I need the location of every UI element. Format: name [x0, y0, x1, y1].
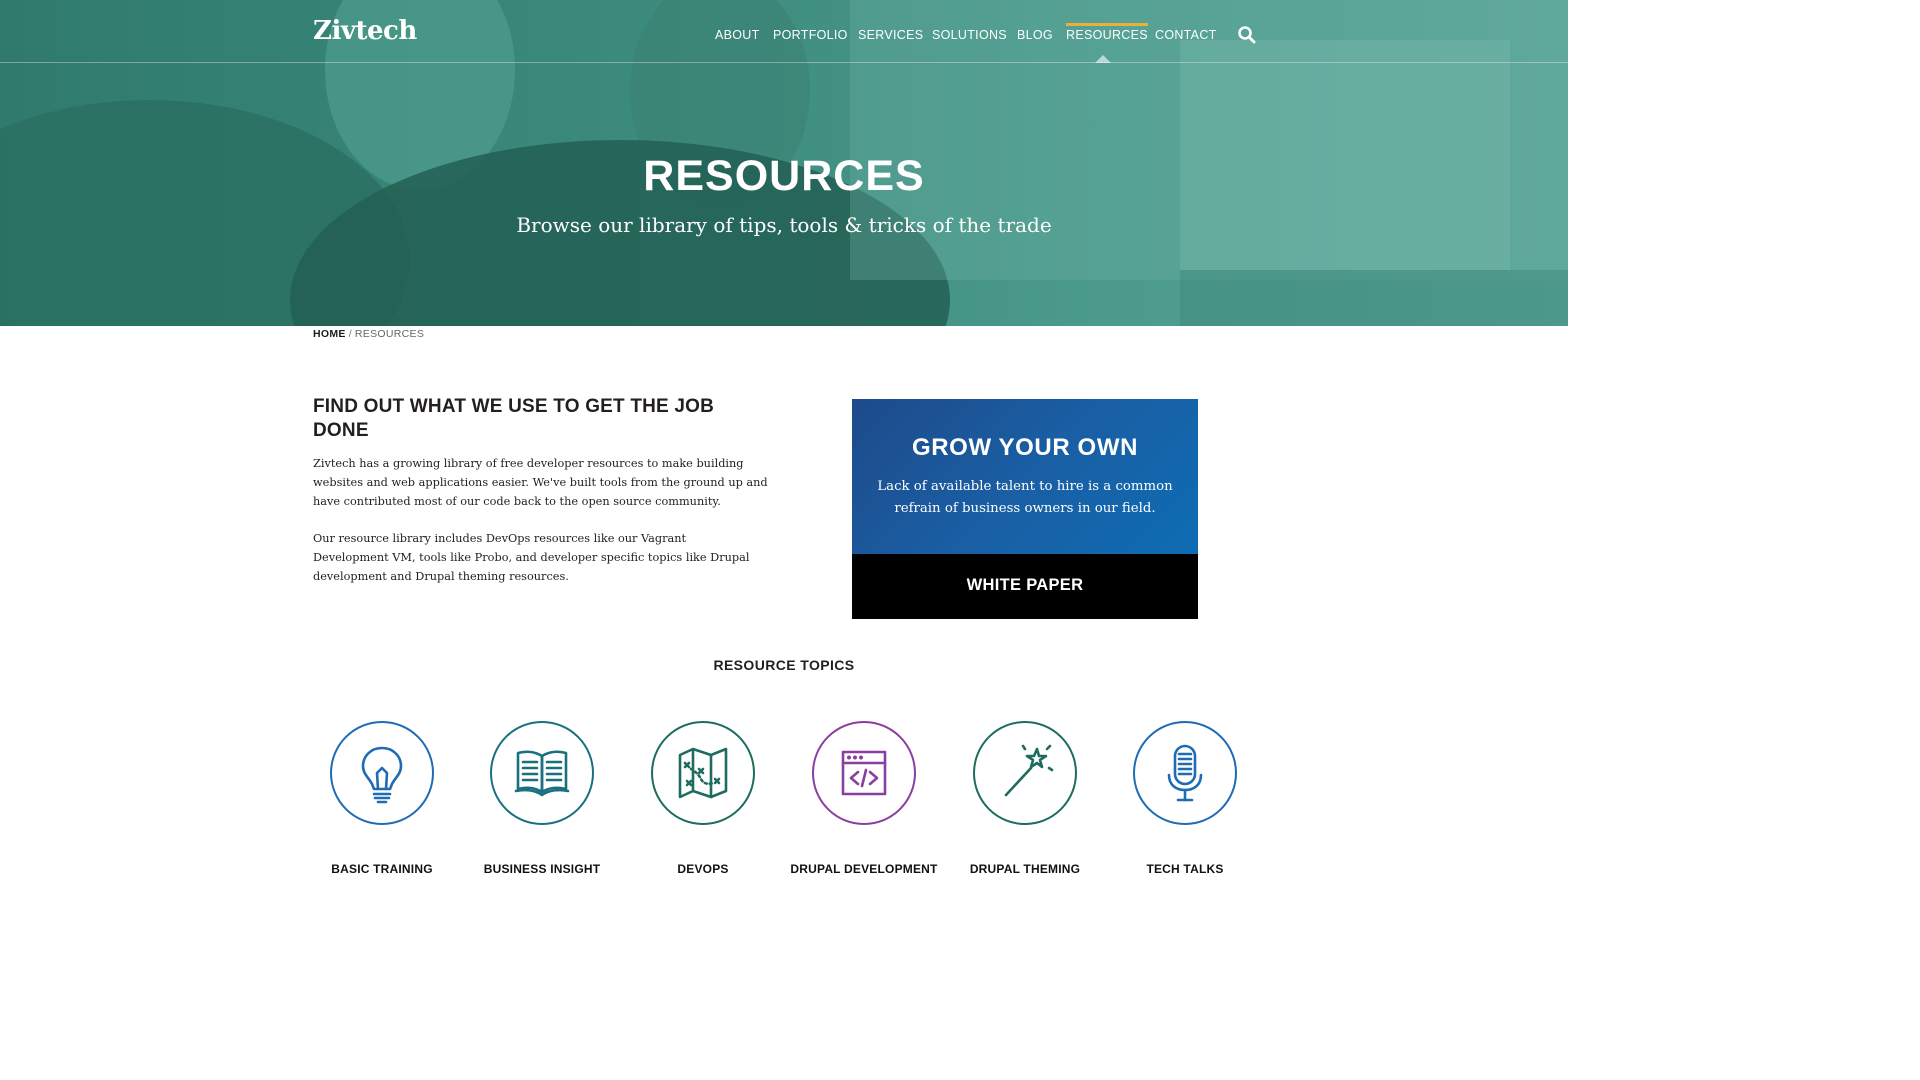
topic-drupal-theming[interactable]: DRUPAL THEMING	[945, 720, 1105, 882]
nav-item-about[interactable]: ABOUT	[715, 28, 760, 42]
nav-item-portfolio[interactable]: PORTFOLIO	[773, 28, 848, 42]
white-paper-promo-card[interactable]: GROW YOUR OWN Lack of available talent t…	[852, 399, 1198, 619]
page-subtitle: Browse our library of tips, tools & tric…	[516, 213, 1052, 237]
topic-tech-talks[interactable]: TECH TALKS	[1105, 720, 1265, 882]
topic-basic-training[interactable]: BASIC TRAINING	[302, 720, 462, 882]
top-navigation-bar: Zivtech ABOUT PORTFOLIO SERVICES SOLUTIO…	[0, 0, 1568, 63]
page-title: RESOURCES	[643, 152, 925, 200]
white-paper-button[interactable]: WHITE PAPER	[852, 554, 1198, 619]
topic-label: BUSINESS INSIGHT	[483, 862, 601, 876]
nav-item-solutions[interactable]: SOLUTIONS	[932, 28, 1007, 42]
nav-item-services[interactable]: SERVICES	[858, 28, 923, 42]
topic-label: TECH TALKS	[1146, 862, 1224, 876]
promo-description: Lack of available talent to hire is a co…	[877, 479, 1173, 516]
intro-paragraph: Zivtech has a growing library of free de…	[313, 457, 768, 508]
lightbulb-icon[interactable]	[330, 721, 434, 825]
active-nav-caret	[1095, 55, 1111, 63]
topic-business-insight[interactable]: BUSINESS INSIGHT	[462, 720, 622, 882]
breadcrumb-separator: /	[348, 328, 352, 340]
white-paper-button-label: WHITE PAPER	[966, 576, 1084, 594]
topic-drupal-development[interactable]: DRUPAL DEVELOPMENT	[784, 720, 944, 882]
intro-heading: FIND OUT WHAT WE USE TO GET THE JOB DONE	[313, 396, 715, 441]
magic-wand-icon[interactable]	[973, 721, 1077, 825]
resource-topics-heading: RESOURCE TOPICS	[713, 657, 855, 673]
promo-card-body: GROW YOUR OWN Lack of available talent t…	[852, 399, 1198, 554]
nav-item-contact[interactable]: CONTACT	[1155, 28, 1217, 42]
topic-label: DEVOPS	[677, 862, 729, 876]
topic-label: DRUPAL DEVELOPMENT	[790, 862, 938, 876]
breadcrumb-home-link[interactable]: HOME	[313, 328, 346, 340]
code-window-icon[interactable]	[812, 721, 916, 825]
main-nav: ABOUT PORTFOLIO SERVICES SOLUTIONS BLOG …	[0, 23, 1568, 48]
promo-title: GROW YOUR OWN	[911, 434, 1138, 461]
nav-item-resources[interactable]: RESOURCES	[1066, 23, 1148, 42]
microphone-icon[interactable]	[1133, 721, 1237, 825]
breadcrumb-current: RESOURCES	[354, 328, 425, 340]
topic-label: DRUPAL THEMING	[969, 862, 1081, 876]
breadcrumb: HOME / RESOURCES	[313, 328, 424, 340]
search-icon[interactable]	[1237, 25, 1257, 45]
book-icon[interactable]	[490, 721, 594, 825]
hero-banner: Zivtech ABOUT PORTFOLIO SERVICES SOLUTIO…	[0, 0, 1568, 326]
nav-item-blog[interactable]: BLOG	[1017, 28, 1053, 42]
topic-label: BASIC TRAINING	[331, 862, 433, 876]
topic-devops[interactable]: DEVOPS	[623, 720, 783, 882]
intro-paragraph: Our resource library includes DevOps res…	[313, 532, 750, 583]
map-icon[interactable]	[651, 721, 755, 825]
